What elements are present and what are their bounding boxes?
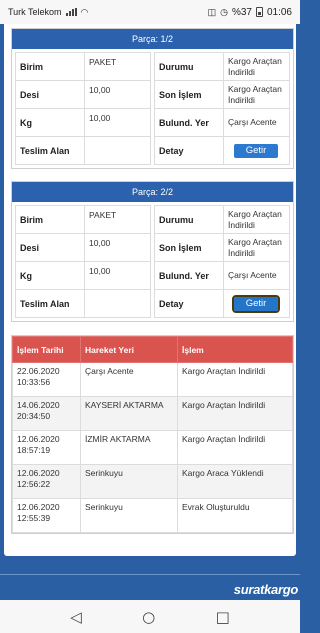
location-value: Çarşı Acente xyxy=(223,109,289,136)
action-cell: Kargo Araçtan İndirildi xyxy=(177,362,293,397)
site-footer: suratkargo xyxy=(0,556,300,600)
place-cell: İZMİR AKTARMA xyxy=(80,430,178,465)
last-action-value: Kargo Araçtan İndirildi xyxy=(223,81,289,108)
status-label: Durumu xyxy=(159,214,194,225)
clock: 01:06 xyxy=(266,6,292,18)
tracking-content: Parça: 1/2 Birim PAKET Desi 10,00 Kg 10,00 … xyxy=(4,24,296,556)
alarm-icon: ◷ xyxy=(220,6,228,17)
carrier-name: Turk Telekom xyxy=(8,7,62,17)
date-cell: 12.06.2020 18:57:19 xyxy=(12,430,81,465)
date-cell: 22.06.2020 10:33:56 xyxy=(12,362,81,397)
last-action-label: Son İşlem xyxy=(159,89,202,100)
table-row: 22.06.2020 10:33:56 Çarşı Acente Kargo Ar… xyxy=(12,362,293,397)
table-row: 12.06.2020 12:56:22 Serinkuyu Kargo Araca… xyxy=(12,464,293,499)
col-header-date: İşlem Tarihi xyxy=(12,336,81,363)
detail-label: Detay xyxy=(159,145,184,156)
system-nav-bar: ◁ ○ □ xyxy=(0,600,300,633)
action-cell: Kargo Araçtan İndirildi xyxy=(177,430,293,465)
back-icon[interactable]: ◁ xyxy=(70,608,82,626)
date-cell: 14.06.2020 20:34:50 xyxy=(12,396,81,431)
recents-icon[interactable]: □ xyxy=(216,608,230,626)
location-label: Bulund. Yer xyxy=(159,117,209,128)
receiver-value xyxy=(84,290,150,317)
desi-label: Desi xyxy=(20,242,40,253)
desi-value: 10,00 xyxy=(84,81,150,108)
parcel-header: Parça: 1/2 xyxy=(12,29,293,49)
detail-label: Detay xyxy=(159,298,184,309)
status-bar: Turk Telekom ◠ ◫ ◷ %37 01:06 xyxy=(0,0,300,24)
col-header-action: İşlem xyxy=(177,336,293,363)
place-cell: Çarşı Acente xyxy=(80,362,178,397)
col-header-place: Hareket Yeri xyxy=(80,336,178,363)
unit-label: Birim xyxy=(20,214,44,225)
battery-icon xyxy=(255,7,263,17)
unit-value: PAKET xyxy=(84,53,150,80)
receiver-label: Teslim Alan xyxy=(20,298,70,309)
getir-button[interactable]: Getir xyxy=(234,143,278,158)
place-cell: Serinkuyu xyxy=(80,498,178,533)
date-cell: 12.06.2020 12:56:22 xyxy=(12,464,81,499)
brand-logo: suratkargo xyxy=(233,582,299,597)
signal-icon xyxy=(65,8,77,16)
status-value: Kargo Araçtan İndirildi xyxy=(223,206,289,233)
footer-divider xyxy=(0,574,300,575)
battery-level: %37 xyxy=(231,6,252,18)
location-value: Çarşı Acente xyxy=(223,262,289,289)
vibrate-icon: ◫ xyxy=(207,6,217,17)
table-row: 12.06.2020 12:55:39 Serinkuyu Evrak Oluşt… xyxy=(12,498,293,533)
table-row: 12.06.2020 18:57:19 İZMİR AKTARMA Kargo A… xyxy=(12,430,293,465)
kg-label: Kg xyxy=(20,117,32,128)
unit-value: PAKET xyxy=(84,206,150,233)
kg-label: Kg xyxy=(20,270,32,281)
wifi-icon: ◠ xyxy=(80,6,89,17)
parcel-header: Parça: 2/2 xyxy=(12,182,293,202)
parcel-card-1: Parça: 1/2 Birim PAKET Desi 10,00 Kg 10,00 … xyxy=(11,28,294,169)
status-label: Durumu xyxy=(159,61,194,72)
action-cell: Kargo Araçtan İndirildi xyxy=(177,396,293,431)
getir-button[interactable]: Getir xyxy=(232,294,280,313)
desi-label: Desi xyxy=(20,89,40,100)
movement-history: İşlem Tarihi Hareket Yeri İşlem 22.06.20… xyxy=(11,335,294,534)
location-label: Bulund. Yer xyxy=(159,270,209,281)
parcel-card-2: Parça: 2/2 Birim PAKET Desi 10,00 Kg 10,00 … xyxy=(11,181,294,322)
action-cell: Kargo Araca Yüklendi xyxy=(177,464,293,499)
last-action-value: Kargo Araçtan İndirildi xyxy=(223,234,289,261)
place-cell: KAYSERİ AKTARMA xyxy=(80,396,178,431)
place-cell: Serinkuyu xyxy=(80,464,178,499)
status-value: Kargo Araçtan İndirildi xyxy=(223,53,289,80)
desi-value: 10,00 xyxy=(84,234,150,261)
action-cell: Evrak Oluşturuldu xyxy=(177,498,293,533)
kg-value: 10,00 xyxy=(84,109,150,136)
receiver-label: Teslim Alan xyxy=(20,145,70,156)
date-cell: 12.06.2020 12:55:39 xyxy=(12,498,81,533)
table-row: 14.06.2020 20:34:50 KAYSERİ AKTARMA Kargo… xyxy=(12,396,293,431)
kg-value: 10,00 xyxy=(84,262,150,289)
home-icon[interactable]: ○ xyxy=(142,608,155,626)
receiver-value xyxy=(84,137,150,164)
last-action-label: Son İşlem xyxy=(159,242,202,253)
unit-label: Birim xyxy=(20,61,44,72)
